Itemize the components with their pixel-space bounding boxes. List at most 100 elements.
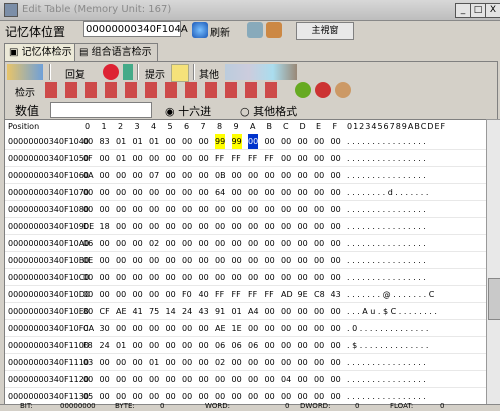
byte-cell[interactable]: 00 xyxy=(166,151,176,166)
byte-cell[interactable]: C8 xyxy=(314,287,325,302)
byte-cell[interactable]: 00 xyxy=(232,372,242,387)
table-row[interactable]: 00000000340F10A0 06 00 00 00 02 00 00 00 00 00 00 00… xyxy=(5,236,486,252)
tab-memory[interactable]: ▣ 记忆体检示 xyxy=(4,43,80,62)
byte-cell[interactable]: 00 xyxy=(331,372,341,387)
byte-cell[interactable]: 00 xyxy=(199,270,209,285)
byte-cell[interactable]: 00 xyxy=(182,168,192,183)
byte-cell[interactable]: 00 xyxy=(100,185,110,200)
byte-cell[interactable]: 00 xyxy=(314,185,324,200)
option-icon[interactable] xyxy=(335,82,351,98)
byte-cell[interactable]: 43 xyxy=(331,287,341,302)
byte-cell[interactable]: 00 xyxy=(199,219,209,234)
table-row[interactable]: 00000000340F10F0 CA 30 00 00 00 00 00 00 AE 1E 00 00… xyxy=(5,321,486,337)
byte-cell[interactable]: 00 xyxy=(149,202,159,217)
byte-cell[interactable]: 00 xyxy=(298,304,308,319)
byte-cell[interactable]: 00 xyxy=(232,355,242,370)
byte-cell[interactable]: 00 xyxy=(248,355,258,370)
go-icon[interactable] xyxy=(295,82,311,98)
byte-cell[interactable]: 00 xyxy=(298,151,308,166)
byte-cell[interactable]: 00 xyxy=(182,202,192,217)
byte-cell[interactable]: 00 xyxy=(265,321,275,336)
table-row[interactable]: 00000000340F1050 0F 00 01 00 00 00 00 00 FF FF FF FF… xyxy=(5,151,486,167)
byte-cell[interactable]: 00 xyxy=(281,321,291,336)
byte-cell[interactable]: 00 xyxy=(298,202,308,217)
byte-cell[interactable]: 00 xyxy=(149,219,159,234)
byte-cell[interactable]: 00 xyxy=(298,355,308,370)
byte-cell[interactable]: 01 xyxy=(149,134,159,149)
byte-cell[interactable]: 00 xyxy=(298,270,308,285)
byte-cell[interactable]: 00 xyxy=(248,168,258,183)
byte-cell[interactable]: 99 xyxy=(231,134,242,149)
search-tools[interactable] xyxy=(45,82,285,98)
byte-cell[interactable]: 0F xyxy=(83,151,93,166)
byte-cell[interactable]: 00 xyxy=(182,338,192,353)
table-row[interactable]: 00000000340F10E0 80 CF AE 41 75 14 24 43 91 01 A4 00… xyxy=(5,304,486,320)
byte-cell[interactable]: 00 xyxy=(199,321,209,336)
byte-cell[interactable]: 00 xyxy=(314,151,324,166)
byte-cell[interactable]: 00 xyxy=(100,270,110,285)
byte-cell[interactable]: 00 xyxy=(215,202,225,217)
byte-cell[interactable]: 00 xyxy=(83,372,93,387)
address-input[interactable]: 00000000340F104A xyxy=(83,21,188,37)
byte-cell[interactable]: 00 xyxy=(331,304,341,319)
byte-cell[interactable]: 00 xyxy=(331,321,341,336)
byte-cell[interactable]: 00 xyxy=(215,372,225,387)
byte-cell[interactable]: 00 xyxy=(199,253,209,268)
byte-cell[interactable]: 00 xyxy=(281,338,291,353)
byte-cell[interactable]: 00 xyxy=(232,168,242,183)
toolbar-icons-left[interactable] xyxy=(7,64,43,80)
byte-cell[interactable]: 00 xyxy=(133,151,143,166)
byte-cell[interactable]: 00 xyxy=(281,134,291,149)
byte-cell[interactable]: A4 xyxy=(248,304,259,319)
byte-cell[interactable]: 00 xyxy=(314,321,324,336)
byte-cell[interactable]: 02 xyxy=(149,236,159,251)
byte-cell[interactable]: 00 xyxy=(116,321,126,336)
byte-cell[interactable]: 00 xyxy=(331,202,341,217)
byte-cell[interactable]: 00 xyxy=(265,338,275,353)
byte-cell[interactable]: 00 xyxy=(265,134,275,149)
table-row[interactable]: 00000000340F1120 00 00 00 00 00 00 00 00 00 00 00 00… xyxy=(5,372,486,388)
byte-cell[interactable]: 00 xyxy=(248,270,258,285)
byte-cell[interactable]: 00 xyxy=(182,151,192,166)
byte-cell[interactable]: FF xyxy=(265,151,274,166)
table-row[interactable]: 00000000340F1040 00 83 01 01 01 00 00 00 99 99 00 00… xyxy=(5,134,486,150)
byte-cell[interactable]: 00 xyxy=(232,219,242,234)
byte-cell[interactable]: 00 xyxy=(182,270,192,285)
byte-cell[interactable]: 00 xyxy=(116,355,126,370)
byte-cell[interactable]: 00 xyxy=(265,253,275,268)
scroll-thumb[interactable] xyxy=(488,278,500,320)
byte-cell[interactable]: 00 xyxy=(331,219,341,234)
byte-cell[interactable]: 00 xyxy=(133,185,143,200)
byte-cell[interactable]: 00 xyxy=(116,270,126,285)
byte-cell[interactable]: 00 xyxy=(314,134,324,149)
byte-cell[interactable]: 00 xyxy=(166,202,176,217)
other-icons[interactable] xyxy=(225,64,297,80)
byte-cell[interactable]: 00 xyxy=(298,185,308,200)
notes-icon[interactable] xyxy=(247,22,263,38)
main-window-button[interactable]: 主視窗 xyxy=(296,22,354,40)
hint-icon[interactable] xyxy=(171,64,189,82)
byte-cell[interactable]: 00 xyxy=(298,338,308,353)
byte-cell[interactable]: 00 xyxy=(281,355,291,370)
byte-cell[interactable]: 02 xyxy=(215,355,225,370)
table-row[interactable]: 00000000340F10D0 00 00 00 00 00 00 F0 40 FF FF FF FF… xyxy=(5,287,486,303)
byte-cell[interactable]: 00 xyxy=(265,389,275,404)
byte-cell[interactable]: 99 xyxy=(215,134,226,149)
byte-cell[interactable]: 00 xyxy=(166,372,176,387)
byte-cell[interactable]: 24 xyxy=(182,304,192,319)
byte-cell[interactable]: 00 xyxy=(116,236,126,251)
byte-cell[interactable]: 00 xyxy=(149,372,159,387)
byte-cell[interactable]: 00 xyxy=(166,321,176,336)
byte-cell[interactable]: 00 xyxy=(314,372,324,387)
byte-cell[interactable]: 00 xyxy=(331,151,341,166)
byte-cell[interactable]: 00 xyxy=(199,134,209,149)
hint-label[interactable]: 提示 xyxy=(145,66,165,81)
byte-cell[interactable]: 43 xyxy=(199,304,209,319)
byte-cell[interactable]: AD xyxy=(281,287,293,302)
byte-cell[interactable]: 00 xyxy=(281,219,291,234)
byte-cell[interactable]: 00 xyxy=(248,321,258,336)
byte-cell[interactable]: 00 xyxy=(281,151,291,166)
restore-label[interactable]: 回复 xyxy=(65,66,85,81)
byte-cell[interactable]: 00 xyxy=(133,287,143,302)
byte-cell[interactable]: 00 xyxy=(265,185,275,200)
